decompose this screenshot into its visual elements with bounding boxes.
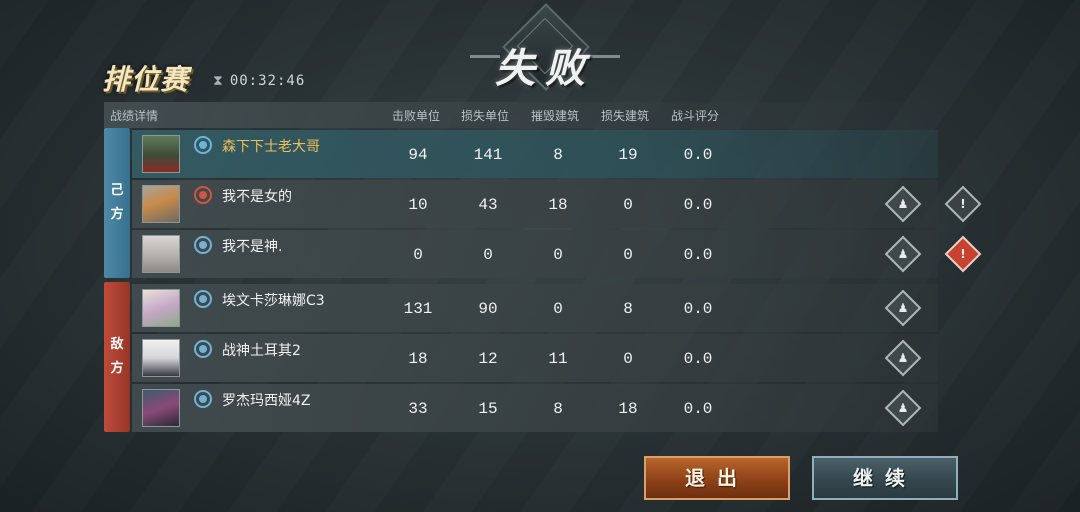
- kills-value: 94: [408, 146, 428, 164]
- add-friend-icon: ♟: [897, 247, 909, 261]
- col-losses: 损失单位: [461, 109, 510, 123]
- mode-title: 排位赛: [102, 63, 190, 96]
- avatar: [142, 135, 180, 173]
- player-row[interactable]: 我不是女的 10 43 18 0 0.0 ♟ !: [132, 180, 982, 228]
- kills-value: 18: [408, 350, 428, 368]
- score-value: 0.0: [683, 196, 713, 214]
- losses-value: 90: [478, 300, 498, 318]
- player-row[interactable]: 埃文卡莎琳娜C3 131 90 0 8 0.0 ♟: [132, 284, 938, 332]
- avatar: [142, 235, 180, 273]
- player-row[interactable]: 森下下士老大哥 94 141 8 19 0.0: [132, 130, 938, 178]
- player-name: 埃文卡莎琳娜C3: [222, 293, 325, 309]
- score-value: 0.0: [683, 350, 713, 368]
- add-friend-button[interactable]: ♟: [884, 289, 922, 327]
- player-row[interactable]: 我不是神. 0 0 0 0 0.0 ♟ !: [132, 230, 982, 278]
- result-title: 失败: [495, 45, 595, 92]
- destroyed-value: 0: [553, 246, 563, 264]
- losses-value: 141: [473, 146, 503, 164]
- continue-button[interactable]: 继续: [812, 456, 958, 500]
- avatar: [142, 339, 180, 377]
- player-row[interactable]: 罗杰玛西娅4Z 33 15 8 18 0.0 ♟: [132, 384, 938, 432]
- player-row[interactable]: 战神土耳其2 18 12 11 0 0.0 ♟: [132, 334, 938, 382]
- defeat-emblem: 失败: [470, 3, 620, 100]
- col-details: 战绩详情: [110, 109, 159, 123]
- rank-badge-icon: [194, 340, 212, 358]
- losses-value: 0: [483, 246, 493, 264]
- exit-button[interactable]: 退出: [644, 456, 790, 500]
- player-name: 战神土耳其2: [222, 343, 301, 359]
- losses-value: 12: [478, 350, 498, 368]
- score-value: 0.0: [683, 146, 713, 164]
- col-kills: 击败单位: [392, 109, 441, 123]
- add-friend-button[interactable]: ♟: [884, 339, 922, 377]
- col-destroyed-buildings: 摧毁建筑: [531, 109, 580, 123]
- rank-badge-icon: [194, 290, 212, 308]
- ally-team-label: 己 方: [104, 128, 130, 278]
- player-name: 森下下士老大哥: [222, 139, 320, 155]
- lost-value: 19: [618, 146, 638, 164]
- lost-value: 0: [623, 196, 633, 214]
- destroyed-value: 8: [553, 400, 563, 418]
- avatar: [142, 389, 180, 427]
- player-name: 我不是神.: [222, 239, 283, 255]
- lost-value: 0: [623, 350, 633, 368]
- score-value: 0.0: [683, 300, 713, 318]
- table-header: 战绩详情 击败单位 损失单位 摧毁建筑 损失建筑 战斗评分: [104, 102, 940, 128]
- timer-value: 00:32:46: [229, 73, 306, 89]
- losses-value: 43: [478, 196, 498, 214]
- player-name: 我不是女的: [222, 189, 292, 205]
- lost-value: 8: [623, 300, 633, 318]
- match-timer: ⧗ 00:32:46: [213, 73, 305, 89]
- avatar: [142, 185, 180, 223]
- kills-value: 33: [408, 400, 428, 418]
- avatar: [142, 289, 180, 327]
- rank-badge-icon: [194, 236, 212, 254]
- rank-badge-icon: [194, 390, 212, 408]
- rank-badge-icon: [194, 186, 212, 204]
- player-name: 罗杰玛西娅4Z: [222, 393, 311, 409]
- lost-value: 18: [618, 400, 638, 418]
- col-score: 战斗评分: [671, 109, 720, 123]
- destroyed-value: 18: [548, 196, 568, 214]
- hourglass-icon: ⧗: [213, 73, 224, 89]
- kills-value: 131: [403, 300, 433, 318]
- destroyed-value: 8: [553, 146, 563, 164]
- enemy-team-label: 敌 方: [104, 282, 130, 432]
- add-friend-icon: ♟: [897, 401, 909, 415]
- col-lost-buildings: 损失建筑: [601, 109, 650, 123]
- destroyed-value: 11: [548, 350, 568, 368]
- losses-value: 15: [478, 400, 498, 418]
- rank-badge-icon: [194, 136, 212, 154]
- add-friend-button[interactable]: ♟: [884, 389, 922, 427]
- report-icon: !: [960, 197, 966, 211]
- score-value: 0.0: [683, 400, 713, 418]
- report-icon: !: [960, 247, 966, 261]
- score-value: 0.0: [683, 246, 713, 264]
- destroyed-value: 0: [553, 300, 563, 318]
- add-friend-button[interactable]: ♟: [884, 185, 922, 223]
- lost-value: 0: [623, 246, 633, 264]
- add-friend-icon: ♟: [897, 351, 909, 365]
- add-friend-button[interactable]: ♟: [884, 235, 922, 273]
- kills-value: 10: [408, 196, 428, 214]
- add-friend-icon: ♟: [897, 301, 909, 315]
- kills-value: 0: [413, 246, 423, 264]
- add-friend-icon: ♟: [897, 197, 909, 211]
